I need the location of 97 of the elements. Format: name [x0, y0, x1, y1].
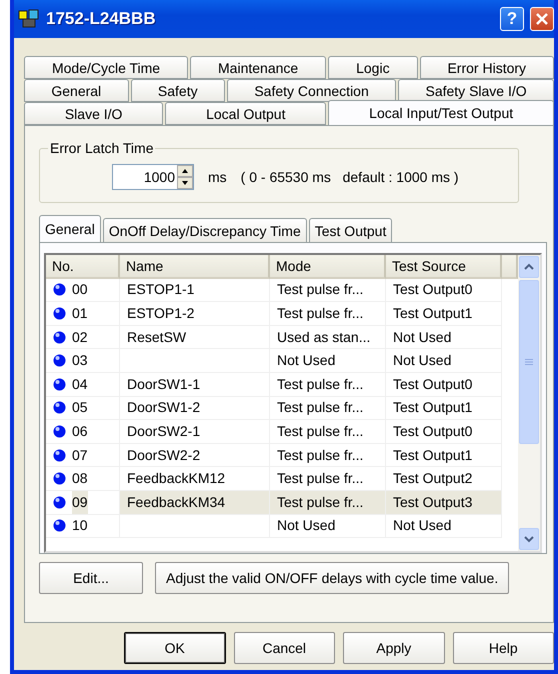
- status-dot-icon: [53, 354, 66, 368]
- table-cell: Test Output2: [386, 467, 502, 491]
- table-cell: Test Output0: [386, 420, 502, 444]
- column-header[interactable]: Name: [120, 255, 270, 279]
- row-number: 04: [72, 374, 88, 394]
- row-number: 09: [72, 490, 88, 514]
- status-dot-icon: [53, 496, 66, 509]
- dialog-button[interactable]: Cancel: [234, 632, 335, 664]
- unit-label: ms: [208, 169, 227, 185]
- column-header[interactable]: Test Source: [386, 255, 502, 279]
- row-number: 02: [72, 328, 88, 347]
- status-dot-icon: [53, 283, 66, 296]
- row-number: 01: [72, 304, 88, 323]
- scroll-up-button[interactable]: [519, 256, 539, 278]
- spin-down-button[interactable]: [177, 177, 193, 189]
- table-cell: Test pulse fr...: [270, 420, 386, 444]
- tab[interactable]: Safety Slave I/O: [398, 79, 554, 102]
- group-title: Error Latch Time: [49, 140, 154, 156]
- tab[interactable]: Safety Connection: [226, 79, 396, 102]
- status-dot-icon: [53, 378, 66, 391]
- table-cell: Test pulse fr...: [270, 372, 386, 397]
- table-cell: Test Output1: [386, 396, 502, 420]
- table-cell: Test pulse fr...: [270, 490, 386, 515]
- adjust-button[interactable]: Adjust the valid ON/OFF delays with cycle time value.: [155, 562, 510, 594]
- row-number: 03: [72, 351, 88, 370]
- tab[interactable]: Local Output: [165, 102, 326, 125]
- table-cell: ESTOP1-2: [120, 302, 270, 326]
- table-cell: Test pulse fr...: [270, 444, 386, 468]
- table-cell: Not Used: [386, 349, 502, 373]
- tab[interactable]: Maintenance: [190, 56, 326, 79]
- table-cell: Used as stan...: [270, 326, 386, 350]
- dialog-button[interactable]: Help: [452, 632, 554, 664]
- table-cell: ResetSW: [120, 326, 270, 350]
- table-cell: Not Used: [270, 349, 386, 373]
- spin-field[interactable]: 1000: [112, 164, 194, 190]
- row-number: 07: [72, 446, 88, 465]
- spin-up-button[interactable]: [177, 165, 193, 177]
- table-cell: Test Output3: [386, 490, 502, 515]
- row-number: 00: [72, 280, 88, 300]
- table-cell: Not Used: [270, 514, 386, 538]
- scrollbar[interactable]: [518, 255, 540, 551]
- table-cell: FeedbackKM12: [120, 467, 270, 491]
- row-number: 06: [72, 422, 88, 441]
- status-dot-icon: [53, 472, 66, 486]
- range-label: ( 0 - 65530 ms default : 1000 ms ): [240, 169, 459, 185]
- table-cell: Test Output0: [386, 278, 502, 302]
- table-cell: Test pulse fr...: [270, 278, 386, 302]
- table-cell: Test Output1: [386, 302, 502, 326]
- table-cell: ESTOP1-1: [120, 278, 270, 302]
- tab[interactable]: Safety: [130, 79, 225, 102]
- table-cell: Not Used: [386, 326, 502, 350]
- tab[interactable]: Error History: [420, 56, 554, 79]
- scroll-down-button[interactable]: [519, 528, 539, 550]
- status-dot-icon: [53, 519, 66, 532]
- column-header[interactable]: No.: [46, 255, 120, 279]
- caret-down-icon: [523, 535, 535, 543]
- tab[interactable]: Logic: [328, 56, 418, 79]
- column-header: [502, 255, 518, 279]
- scroll-thumb[interactable]: [519, 280, 539, 444]
- close-button[interactable]: [530, 7, 554, 31]
- table-cell: DoorSW1-2: [120, 396, 270, 420]
- tab[interactable]: Mode/Cycle Time: [24, 56, 188, 79]
- edit-button[interactable]: Edit...: [39, 562, 143, 594]
- table-cell: Not Used: [386, 514, 502, 538]
- row-number: 10: [72, 516, 88, 536]
- table-cell: DoorSW1-1: [120, 372, 270, 397]
- app-icon: [18, 9, 40, 29]
- column-header[interactable]: Mode: [270, 255, 386, 279]
- dialog-button[interactable]: OK: [124, 632, 226, 664]
- tab[interactable]: Slave I/O: [24, 102, 164, 125]
- status-dot-icon: [53, 424, 66, 438]
- tab[interactable]: General: [39, 215, 101, 242]
- table-cell: Test Output0: [386, 372, 502, 397]
- help-button[interactable]: ?: [500, 7, 524, 31]
- table-cell: DoorSW2-1: [120, 420, 270, 444]
- table-cell: Test pulse fr...: [270, 302, 386, 326]
- table-cell: DoorSW2-2: [120, 444, 270, 468]
- tab[interactable]: General: [24, 79, 129, 102]
- status-dot-icon: [53, 401, 66, 414]
- window-title: 1752-L24BBB: [46, 9, 157, 29]
- status-dot-icon: [53, 306, 66, 320]
- table-cell: Test Output1: [386, 444, 502, 468]
- dialog-button[interactable]: Apply: [343, 632, 444, 664]
- table-cell: FeedbackKM34: [120, 490, 270, 515]
- status-dot-icon: [53, 330, 66, 344]
- caret-down-icon: [182, 181, 188, 185]
- caret-up-icon: [523, 263, 535, 271]
- table-cell: Test pulse fr...: [270, 396, 386, 420]
- row-number: 08: [72, 469, 88, 488]
- table-cell: Test pulse fr...: [270, 467, 386, 491]
- row-number: 05: [72, 398, 88, 418]
- tab[interactable]: OnOff Delay/Discrepancy Time: [102, 218, 307, 242]
- close-icon: [536, 13, 548, 25]
- tab[interactable]: Local Input/Test Output: [328, 100, 554, 125]
- caret-up-icon: [182, 169, 188, 173]
- status-dot-icon: [53, 448, 66, 462]
- tab[interactable]: Test Output: [308, 218, 392, 242]
